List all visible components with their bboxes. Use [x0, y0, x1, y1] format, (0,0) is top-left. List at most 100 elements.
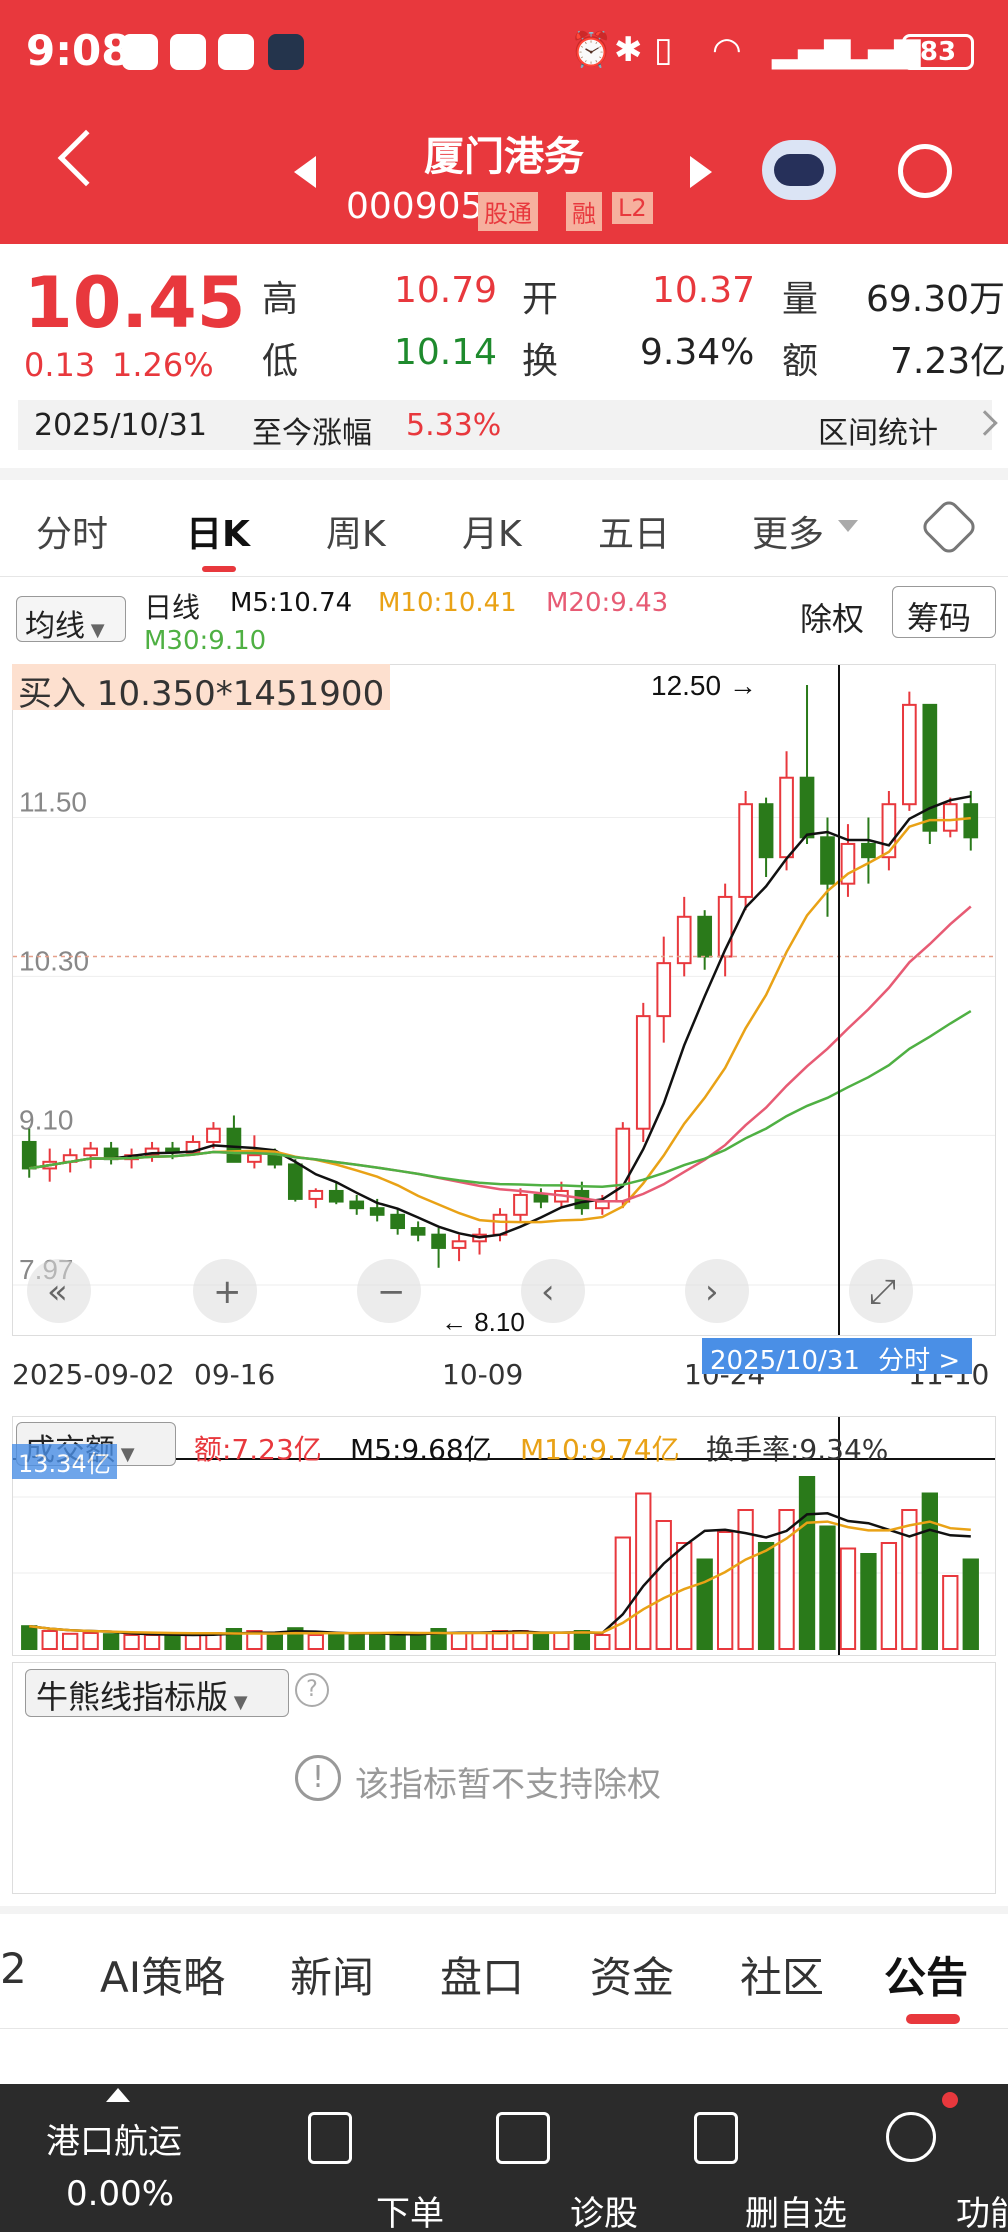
- volume-bar: [123, 1634, 140, 1650]
- vol-m10: M10:9.74亿: [520, 1433, 680, 1466]
- tab-daily-k[interactable]: 日K: [186, 505, 250, 557]
- volume-bar: [942, 1575, 959, 1650]
- volume-bar: [102, 1633, 120, 1650]
- info-tab-news[interactable]: 新闻: [290, 1944, 374, 2005]
- open-value: 10.37: [652, 270, 756, 311]
- chart-nav-icon: ›: [705, 1272, 719, 1312]
- volume-bar: [532, 1634, 550, 1650]
- candle-body: [349, 1200, 365, 1210]
- volume-bar: [716, 1531, 734, 1650]
- volume-bar: [819, 1525, 836, 1650]
- low-label: 低: [262, 341, 299, 382]
- kline-chart[interactable]: 11.5010.309.107.9712.50 →← 8.10«+−‹›⤢: [12, 664, 996, 1336]
- vol-amount: 额:7.23亿: [194, 1433, 322, 1466]
- next-stock-icon[interactable]: [690, 156, 712, 188]
- ma-select[interactable]: 均线 ▼: [16, 596, 126, 644]
- y-tick-label: 11.50: [19, 786, 87, 817]
- search-icon[interactable]: [898, 144, 952, 198]
- info-tab-funds[interactable]: 资金: [590, 1944, 674, 2005]
- candle-body: [820, 836, 835, 885]
- info-tab-partial[interactable]: 2: [0, 1944, 27, 1993]
- ai-robot-icon[interactable]: [762, 140, 836, 200]
- vibrate-icon: ▯: [654, 30, 673, 70]
- tab-intraday[interactable]: 分时: [36, 505, 108, 557]
- indicator-select[interactable]: 牛熊线指标版 ▼: [25, 1669, 289, 1717]
- y-tick-label: 10.30: [19, 945, 89, 976]
- volume-bar: [839, 1547, 857, 1650]
- volume-bar: [614, 1536, 631, 1650]
- adjust-button[interactable]: 除权: [800, 594, 864, 640]
- settings-hex-icon[interactable]: [919, 497, 979, 557]
- candle-body: [513, 1193, 528, 1216]
- range-stats-link[interactable]: 区间统计: [818, 408, 938, 452]
- header-bar: 9:08 ⏰ ✱ ▯ ◠ ▂▄▆ ▂▄▆ 83 厦门港务 000905 股通 融…: [0, 0, 1008, 244]
- high-marker: 12.50 →: [651, 670, 757, 701]
- candle-body: [779, 776, 794, 859]
- candle-body: [328, 1189, 344, 1203]
- indicator-panel: 牛熊线指标版 ▼ ? ! 该指标暂不支持除权: [12, 1662, 996, 1894]
- chips-button[interactable]: 筹码: [892, 586, 996, 638]
- vol-turnover: 换手率:9.34%: [706, 1433, 889, 1466]
- status-bar: 9:08 ⏰ ✱ ▯ ◠ ▂▄▆ ▂▄▆ 83: [0, 0, 1008, 110]
- ma20-value: M20:9.43: [546, 588, 669, 618]
- back-icon[interactable]: [57, 129, 115, 187]
- chevron-right-icon: [972, 410, 998, 436]
- line-type-label: 日线: [144, 591, 201, 624]
- info-tab-orderbook[interactable]: 盘口: [440, 1944, 524, 2005]
- volume-bar: [757, 1542, 775, 1650]
- volume-bar: [348, 1634, 365, 1650]
- volume-bar: [450, 1632, 468, 1650]
- low-marker: ← 8.10: [441, 1307, 525, 1336]
- tabs-divider: [0, 576, 1008, 577]
- candle-body: [656, 962, 672, 1018]
- ma30-value: M30:9.10: [144, 626, 267, 656]
- candle-body: [635, 1015, 651, 1130]
- info-tab-ai[interactable]: AI策略: [100, 1944, 225, 2005]
- order-icon: [308, 2112, 352, 2164]
- candle-body: [431, 1233, 446, 1249]
- cursor-date-tag[interactable]: 2025/10/31 分时 >: [702, 1338, 972, 1376]
- ma5-value: M5:10.74: [230, 588, 353, 618]
- ma-line-m30: [29, 1010, 972, 1188]
- candle-body: [902, 703, 917, 806]
- volume-label: 量: [782, 279, 819, 320]
- volume-bar: [409, 1634, 427, 1650]
- price-change-pct: 1.26%: [112, 346, 214, 384]
- tab-more[interactable]: 更多: [752, 505, 824, 557]
- caret-up-icon: [106, 2088, 130, 2102]
- candle-body: [881, 803, 897, 859]
- volume-value: 69.30万: [866, 279, 1006, 320]
- candle-body: [533, 1193, 549, 1203]
- buy-order-label: 买入 10.350*1451900: [12, 664, 391, 714]
- tab-indicator: [202, 566, 236, 572]
- range-stats-bar[interactable]: 2025/10/31 至今涨幅 5.33% 区间统计: [18, 400, 998, 452]
- volume-bar: [266, 1634, 284, 1650]
- divider: [0, 1906, 1008, 1914]
- vol-m5: M5:9.68亿: [350, 1433, 492, 1466]
- signal-icon: ▂▄▆: [772, 30, 851, 70]
- ma-select-label: 均线: [25, 609, 85, 644]
- tab-five-day[interactable]: 五日: [598, 505, 670, 557]
- info-icon: !: [295, 1755, 341, 1801]
- help-icon[interactable]: ?: [295, 1673, 329, 1707]
- minus-box-icon: [694, 2112, 738, 2164]
- game-app-icon: [268, 34, 304, 70]
- volume-bar: [41, 1630, 58, 1650]
- candle-body: [594, 1200, 610, 1210]
- info-tab-community[interactable]: 社区: [740, 1944, 824, 2005]
- candle-body: [738, 803, 753, 898]
- tab-weekly-k[interactable]: 周K: [326, 505, 386, 557]
- bottom-action-bar: 港口航运 0.00% 下单 诊股 删自选 功能: [0, 2084, 1008, 2234]
- cursor-intraday-link[interactable]: 分时 >: [878, 1346, 960, 1376]
- info-divider: [0, 2028, 1008, 2029]
- volume-bar: [635, 1492, 652, 1650]
- chart-nav-icon: ⤢: [869, 1272, 896, 1312]
- candle-body: [267, 1154, 283, 1166]
- volume-bar: [225, 1628, 243, 1650]
- browser-app-icon: [218, 34, 254, 70]
- current-price: 10.45: [24, 262, 246, 344]
- x-tick-0: 2025-09-02: [12, 1358, 175, 1391]
- info-tab-announcements[interactable]: 公告: [884, 1944, 968, 2005]
- indicator-title: 牛熊线指标版: [36, 1678, 229, 1716]
- tab-monthly-k[interactable]: 月K: [462, 505, 522, 557]
